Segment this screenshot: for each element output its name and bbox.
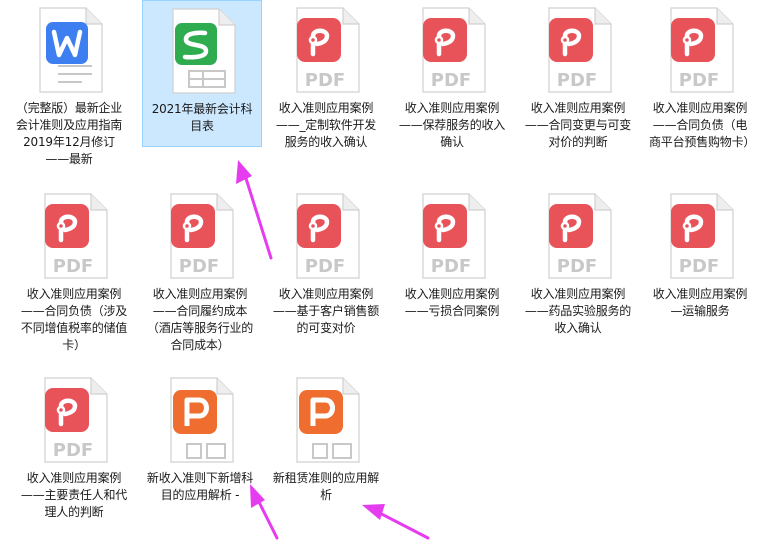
file-item-pdf-stored-value[interactable]: PDF 收入准则应用案例——合同负债（涉及不同增值税率的储值卡） — [14, 186, 134, 358]
file-item-pdf-hotel-cost[interactable]: PDF 收入准则应用案例——合同履约成本（酒店等服务行业的合同成本） — [140, 186, 260, 358]
file-name: 收入准则应用案例——_定制软件开发服务的收入确认 — [275, 101, 377, 149]
pdf-icon: PDF — [31, 190, 117, 282]
pdf-badge: PDF — [557, 70, 597, 91]
pdf-badge: PDF — [305, 70, 345, 91]
file-name: 收入准则应用案例——合同变更与可变对价的判断 — [524, 101, 632, 149]
file-item-pdf-loss-contract[interactable]: PDF 收入准则应用案例——亏损合同案例 — [392, 186, 512, 324]
file-item-accounting-standards[interactable]: （完整版）最新企业会计准则及应用指南2019年12月修订——最新 — [9, 0, 129, 172]
file-item-pdf-presale-card[interactable]: PDF 收入准则应用案例——合同负债（电商平台预售购物卡） — [643, 0, 757, 155]
pdf-icon: PDF — [31, 374, 117, 466]
pdf-icon: PDF — [409, 4, 495, 96]
file-name: 收入准则应用案例——合同负债（涉及不同增值税率的储值卡） — [20, 287, 128, 352]
file-name: 2021年最新会计科目表 — [151, 102, 253, 133]
wps-presentation-icon — [283, 374, 369, 466]
pdf-badge: PDF — [557, 256, 597, 277]
file-name: 收入准则应用案例——合同负债（电商平台预售购物卡） — [649, 101, 756, 149]
file-item-chart-of-accounts[interactable]: 2021年最新会计科目表 — [142, 0, 262, 147]
pdf-icon: PDF — [157, 190, 243, 282]
pdf-badge: PDF — [679, 256, 719, 277]
file-item-pdf-contract-change[interactable]: PDF 收入准则应用案例——合同变更与可变对价的判断 — [518, 0, 638, 155]
file-grid: （完整版）最新企业会计准则及应用指南2019年12月修订——最新 2021年最新… — [0, 0, 757, 553]
file-name: 收入准则应用案例—运输服务 — [652, 287, 748, 318]
pdf-badge: PDF — [679, 70, 719, 91]
pdf-icon: PDF — [409, 190, 495, 282]
file-item-new-lease-standards[interactable]: 新租赁准则的应用解析 — [266, 370, 386, 508]
file-item-new-revenue-accounts[interactable]: 新收入准则下新增科目的应用解析 - — [140, 370, 260, 508]
pdf-badge: PDF — [431, 256, 471, 277]
file-item-pdf-customer-sales[interactable]: PDF 收入准则应用案例——基于客户销售额的可变对价 — [266, 186, 386, 341]
file-name: 收入准则应用案例——基于客户销售额的可变对价 — [272, 287, 380, 335]
pdf-icon: PDF — [657, 4, 743, 96]
pdf-icon: PDF — [283, 190, 369, 282]
file-name: 新收入准则下新增科目的应用解析 - — [146, 471, 254, 502]
file-item-pdf-principal-agent[interactable]: PDF 收入准则应用案例——主要责任人和代理人的判断 — [14, 370, 134, 525]
file-item-pdf-sponsor[interactable]: PDF 收入准则应用案例——保荐服务的收入确认 — [392, 0, 512, 155]
wps-presentation-icon — [157, 374, 243, 466]
pdf-badge: PDF — [179, 256, 219, 277]
pdf-icon: PDF — [535, 190, 621, 282]
file-item-pdf-drug-trial[interactable]: PDF 收入准则应用案例——药品实验服务的收入确认 — [518, 186, 638, 341]
pdf-icon: PDF — [657, 190, 743, 282]
file-name: 收入准则应用案例——亏损合同案例 — [404, 287, 500, 318]
pdf-badge: PDF — [53, 256, 93, 277]
file-name: 新租赁准则的应用解析 — [272, 471, 380, 502]
file-name: 收入准则应用案例——药品实验服务的收入确认 — [524, 287, 632, 335]
file-name: （完整版）最新企业会计准则及应用指南2019年12月修订——最新 — [15, 101, 123, 166]
pdf-badge: PDF — [305, 256, 345, 277]
wps-writer-icon — [26, 4, 112, 96]
pdf-badge: PDF — [431, 70, 471, 91]
pdf-icon: PDF — [535, 4, 621, 96]
file-item-pdf-custom-software[interactable]: PDF 收入准则应用案例——_定制软件开发服务的收入确认 — [266, 0, 386, 155]
file-name: 收入准则应用案例——保荐服务的收入确认 — [398, 101, 506, 149]
file-item-pdf-transport[interactable]: PDF 收入准则应用案例—运输服务 — [643, 186, 757, 324]
file-name: 收入准则应用案例——合同履约成本（酒店等服务行业的合同成本） — [146, 287, 254, 352]
pdf-badge: PDF — [53, 440, 93, 461]
file-name: 收入准则应用案例——主要责任人和代理人的判断 — [20, 471, 128, 519]
wps-sheet-icon — [159, 5, 245, 97]
pdf-icon: PDF — [283, 4, 369, 96]
